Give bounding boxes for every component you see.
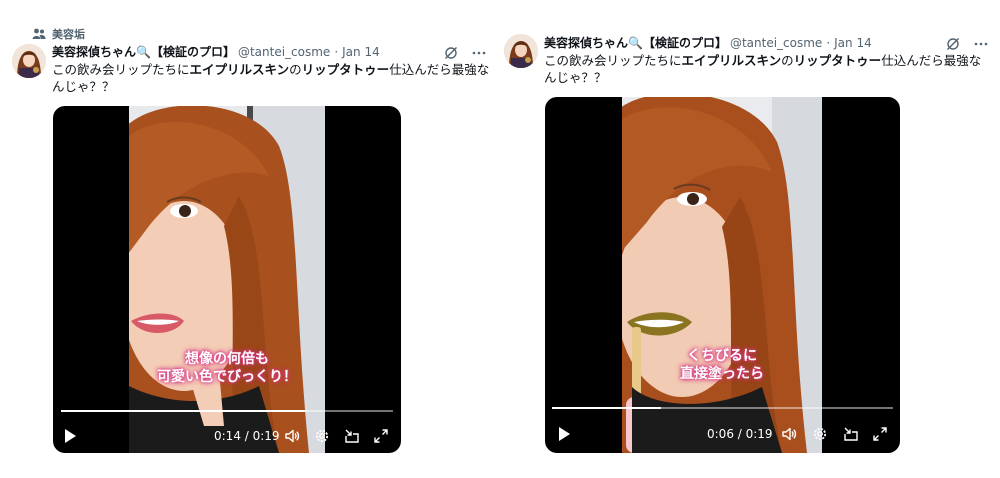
tweet-header: 美容探偵ちゃん🔍【検証のプロ】 @tantei_cosme · Jan 14 <box>544 34 872 51</box>
author-handle[interactable]: @tantei_cosme <box>238 45 330 59</box>
video-progress-bar[interactable] <box>61 410 393 412</box>
picture-in-picture-icon[interactable] <box>843 426 859 442</box>
social-context[interactable]: 美容垢 <box>32 26 85 42</box>
video-time: 0:14 / 0:19 <box>214 429 280 443</box>
volume-icon[interactable] <box>781 426 797 442</box>
tweet-header: 美容探偵ちゃん🔍【検証のプロ】 @tantei_cosme · Jan 14 <box>52 43 380 60</box>
tweet-date[interactable]: Jan 14 <box>342 45 380 59</box>
author-name[interactable]: 美容探偵ちゃん🔍【検証のプロ】 <box>544 34 727 51</box>
people-icon <box>32 28 46 40</box>
video-progress-bar[interactable] <box>552 407 893 409</box>
play-icon[interactable] <box>557 426 571 446</box>
author-handle[interactable]: @tantei_cosme <box>730 36 822 50</box>
video-frame: くちびるに 直接塗ったら <box>622 97 822 453</box>
social-context-label: 美容垢 <box>52 28 85 41</box>
separator-dot: · <box>826 35 831 50</box>
video-progress-fill <box>552 407 662 409</box>
avatar[interactable] <box>12 44 46 78</box>
video-frame: 想像の何倍も 可愛い色でびっくり！ <box>129 106 325 453</box>
author-name[interactable]: 美容探偵ちゃん🔍【検証のプロ】 <box>52 43 235 60</box>
tweet-text: この飲み会リップたちにエイプリルスキンのリップタトゥー仕込んだら最強なんじゃ？？ <box>52 62 490 94</box>
video-time: 0:06 / 0:19 <box>707 427 773 441</box>
avatar[interactable] <box>504 34 538 68</box>
tweet-date[interactable]: Jan 14 <box>834 36 872 50</box>
picture-in-picture-icon[interactable] <box>344 428 360 444</box>
separator-dot: · <box>334 44 339 59</box>
settings-gear-icon[interactable] <box>812 426 828 442</box>
video-caption: くちびるに 直接塗ったら <box>680 348 764 382</box>
video-player[interactable]: 想像の何倍も 可愛い色でびっくり！ 0:14 / 0:19 <box>53 106 401 453</box>
tweet-text: この飲み会リップたちにエイプリルスキンのリップタトゥー仕込んだら最強なんじゃ？？ <box>544 53 982 85</box>
play-icon[interactable] <box>63 428 77 448</box>
fullscreen-icon[interactable] <box>872 426 888 442</box>
video-player[interactable]: くちびるに 直接塗ったら 0:06 / 0:19 <box>545 97 900 453</box>
video-caption: 想像の何倍も 可愛い色でびっくり！ <box>157 351 297 385</box>
volume-icon[interactable] <box>284 428 300 444</box>
fullscreen-icon[interactable] <box>373 428 389 444</box>
settings-gear-icon[interactable] <box>314 428 330 444</box>
video-progress-fill <box>61 410 307 412</box>
